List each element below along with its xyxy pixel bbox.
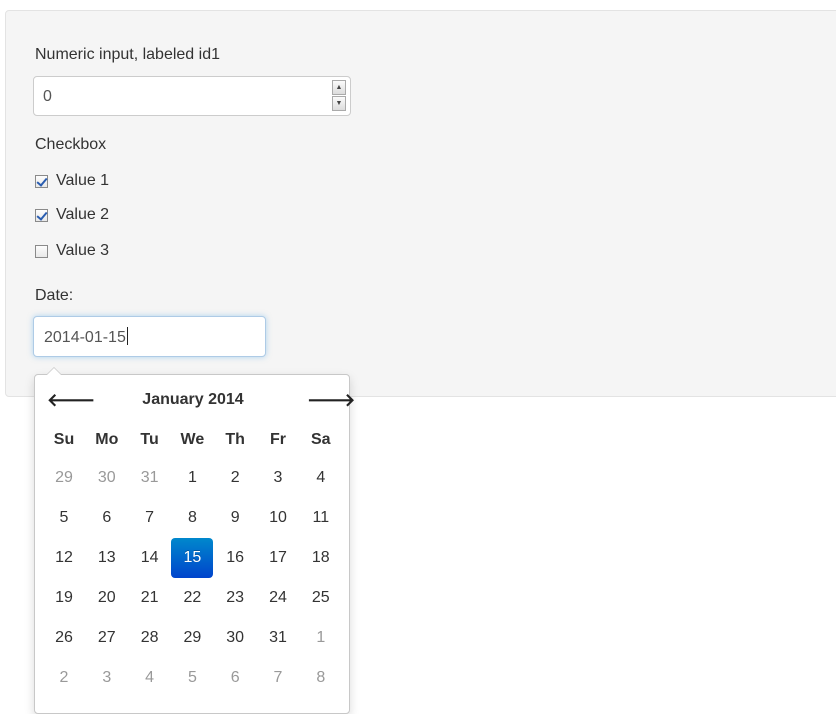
text-cursor — [126, 327, 128, 345]
calendar-day[interactable]: 5 — [171, 659, 213, 697]
calendar-day[interactable]: 31 — [257, 619, 299, 657]
date-input-value[interactable]: 2014-01-15 — [44, 327, 128, 348]
calendar-day[interactable]: 30 — [214, 619, 256, 657]
calendar-day[interactable]: 17 — [257, 539, 299, 577]
checkbox-2[interactable] — [35, 208, 48, 222]
calendar-day[interactable]: 9 — [214, 499, 256, 537]
checkbox-option-3[interactable]: Value 3 — [35, 241, 109, 261]
calendar-day[interactable]: 31 — [129, 459, 171, 497]
calendar-day[interactable]: 27 — [86, 619, 128, 657]
weekday-header-row: Su Mo Tu We Th Fr Sa — [43, 421, 343, 459]
checkbox-option-1[interactable]: Value 1 — [35, 171, 109, 191]
datepicker-month-title[interactable]: January 2014 — [95, 387, 291, 413]
calendar-day-selected[interactable]: 15 — [171, 538, 214, 578]
datepicker-header: 🡐 January 2014 🡒 — [35, 387, 355, 413]
calendar-day[interactable]: 1 — [300, 619, 342, 657]
date-input[interactable]: 2014-01-15 — [33, 316, 266, 357]
calendar-day[interactable]: 24 — [257, 579, 299, 617]
numeric-input-label: Numeric input, labeled id1 — [35, 46, 220, 63]
calendar-day[interactable]: 11 — [300, 499, 342, 537]
calendar-day[interactable]: 19 — [43, 579, 85, 617]
calendar-day[interactable]: 26 — [43, 619, 85, 657]
calendar-day[interactable]: 8 — [300, 659, 342, 697]
calendar-day[interactable]: 30 — [86, 459, 128, 497]
calendar-day[interactable]: 7 — [257, 659, 299, 697]
calendar-day[interactable]: 18 — [300, 539, 342, 577]
stepper-down-icon[interactable]: ▼ — [332, 96, 346, 111]
calendar-day[interactable]: 28 — [129, 619, 171, 657]
stepper-up-icon[interactable]: ▲ — [332, 80, 346, 95]
checkbox-1-label[interactable]: Value 1 — [56, 172, 109, 190]
calendar-day[interactable]: 6 — [214, 659, 256, 697]
calendar-day[interactable]: 3 — [257, 459, 299, 497]
numeric-input-value[interactable]: 0 — [43, 87, 52, 107]
calendar-day[interactable]: 6 — [86, 499, 128, 537]
calendar-day[interactable]: 4 — [129, 659, 171, 697]
numeric-input[interactable]: 0 ▲ ▼ — [33, 76, 351, 116]
checkbox-3[interactable] — [35, 244, 48, 258]
calendar-day[interactable]: 23 — [214, 579, 256, 617]
calendar-day[interactable]: 10 — [257, 499, 299, 537]
numeric-stepper[interactable]: ▲ ▼ — [332, 80, 346, 112]
calendar-day[interactable]: 13 — [86, 539, 128, 577]
calendar-day[interactable]: 25 — [300, 579, 342, 617]
calendar-week-row: 19 20 21 22 23 24 25 — [43, 579, 343, 619]
calendar-week-row: 26 27 28 29 30 31 1 — [43, 619, 343, 659]
calendar-day[interactable]: 16 — [214, 539, 256, 577]
weekday-header: Su — [53, 431, 75, 448]
weekday-header: We — [180, 431, 205, 448]
date-label: Date: — [35, 287, 74, 304]
calendar-day[interactable]: 20 — [86, 579, 128, 617]
calendar-day[interactable]: 29 — [43, 459, 85, 497]
datepicker-pointer-inner — [47, 368, 61, 375]
calendar-day[interactable]: 8 — [171, 499, 213, 537]
calendar-day[interactable]: 29 — [171, 619, 213, 657]
calendar-day[interactable]: 4 — [300, 459, 342, 497]
weekday-header: Mo — [95, 431, 119, 448]
calendar-day[interactable]: 14 — [129, 539, 171, 577]
calendar-day[interactable]: 22 — [171, 579, 213, 617]
weekday-header: Tu — [140, 431, 159, 448]
weekday-header: Sa — [311, 431, 331, 448]
calendar-day[interactable]: 1 — [171, 459, 213, 497]
calendar-day[interactable]: 5 — [43, 499, 85, 537]
calendar-week-row: 5 6 7 8 9 10 11 — [43, 499, 343, 539]
checkbox-group-label: Checkbox — [35, 136, 107, 153]
calendar-day[interactable]: 21 — [129, 579, 171, 617]
calendar-week-row: 12 13 14 15 16 17 18 — [43, 538, 343, 579]
datepicker-popup: 🡐 January 2014 🡒 Su Mo Tu We Th Fr Sa 29 30 31 1 2 3… — [34, 367, 355, 714]
datepicker-calendar-grid: Su Mo Tu We Th Fr Sa 29 30 31 1 2 3 4 5 6 7 8 9 10 11 12 13 14 1… — [43, 421, 343, 699]
calendar-week-row: 2345678 — [43, 659, 343, 699]
calendar-day[interactable]: 2 — [43, 659, 85, 697]
calendar-day[interactable]: 3 — [86, 659, 128, 697]
arrow-left-icon[interactable]: 🡐 — [47, 387, 95, 413]
arrow-right-icon[interactable]: 🡒 — [307, 387, 355, 413]
calendar-day[interactable]: 7 — [129, 499, 171, 537]
calendar-week-row: 29 30 31 1 2 3 4 — [43, 459, 343, 499]
checkbox-2-label[interactable]: Value 2 — [56, 206, 109, 224]
checkbox-option-2[interactable]: Value 2 — [35, 205, 109, 225]
checkbox-1[interactable] — [35, 174, 48, 188]
checkbox-3-label[interactable]: Value 3 — [56, 242, 109, 260]
calendar-day[interactable]: 2 — [214, 459, 256, 497]
weekday-header: Th — [225, 431, 245, 448]
weekday-header: Fr — [270, 431, 286, 448]
calendar-day[interactable]: 12 — [43, 539, 85, 577]
